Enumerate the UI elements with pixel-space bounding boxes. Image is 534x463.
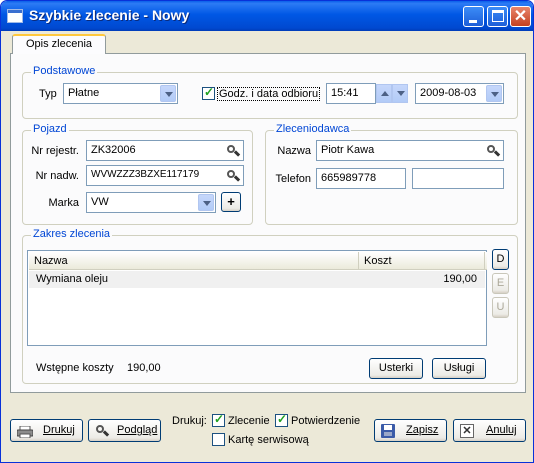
time-spin-down[interactable]	[392, 84, 408, 103]
phone2-input[interactable]	[412, 168, 504, 189]
vin-value: WVWZZZ3BZXE117179	[91, 169, 200, 180]
cancel-button-label: Anuluj	[486, 424, 517, 436]
dialog-window: Szybkie zlecenie - Nowy ✕ Opis zlecenia …	[0, 0, 534, 463]
column-header-name[interactable]: Nazwa	[29, 252, 359, 270]
opt-confirmation-label[interactable]: Potwierdzenie	[291, 415, 360, 427]
opt-order-checkbox[interactable]: ✓	[212, 412, 225, 427]
phone-label: Telefon	[275, 173, 311, 185]
client-name-label: Nazwa	[277, 145, 311, 157]
make-select[interactable]: VW	[86, 192, 216, 213]
opt-service-card-checkbox[interactable]	[212, 433, 225, 446]
client-name-value: Piotr Kawa	[321, 144, 375, 156]
checkmark-icon: ✓	[214, 412, 225, 426]
services-button[interactable]: Usługi	[432, 358, 486, 379]
search-icon[interactable]	[226, 169, 241, 183]
opt-confirmation-checkbox[interactable]: ✓	[275, 412, 288, 427]
maximize-button[interactable]	[487, 6, 508, 27]
add-make-button[interactable]: +	[221, 192, 241, 212]
arrow-down-icon	[397, 91, 405, 96]
preview-button[interactable]: Podgląd	[88, 419, 161, 442]
chevron-down-icon[interactable]	[198, 194, 214, 211]
make-label: Marka	[48, 197, 79, 209]
phone-input[interactable]: 665989778	[316, 168, 406, 189]
preview-button-label: Podgląd	[117, 424, 158, 436]
defects-button[interactable]: Usterki	[369, 358, 423, 379]
arrow-up-icon	[381, 91, 389, 96]
search-icon[interactable]	[226, 144, 241, 158]
tab-opis-zlecenia[interactable]: Opis zlecenia	[12, 34, 106, 54]
group-basic-legend: Podstawowe	[31, 65, 98, 77]
table-row[interactable]: Wymiana oleju 190,00	[29, 271, 485, 288]
reg-value: ZK32006	[91, 144, 136, 156]
pickup-checkbox[interactable]: ✓	[202, 85, 215, 100]
chevron-down-icon[interactable]	[160, 85, 176, 102]
time-input[interactable]: 15:41	[326, 83, 376, 104]
save-button-label: Zapisz	[406, 424, 439, 436]
close-button[interactable]: ✕	[510, 6, 531, 27]
client-name-input[interactable]: Piotr Kawa	[316, 140, 504, 161]
save-icon	[381, 424, 395, 438]
type-select[interactable]: Płatne	[63, 83, 178, 104]
window-app-icon	[7, 9, 23, 23]
vin-label: Nr nadw.	[35, 170, 79, 182]
cancel-icon: ✕	[460, 424, 474, 438]
row-name: Wymiana oleju	[36, 273, 109, 285]
printer-icon	[16, 425, 34, 439]
title-bar[interactable]: Szybkie zlecenie - Nowy ✕	[1, 1, 533, 31]
close-icon: ✕	[513, 8, 528, 25]
opt-service-card-label[interactable]: Kartę serwisową	[228, 434, 309, 446]
pickup-checkbox-label[interactable]: Godz. i data odbioru	[217, 87, 321, 101]
magnifier-icon	[95, 424, 110, 438]
delete-row-button[interactable]: U	[492, 297, 509, 318]
edit-row-button[interactable]: E	[492, 273, 509, 294]
opt-order-label[interactable]: Zlecenie	[228, 415, 270, 427]
initial-cost-label: Wstępne koszty	[36, 362, 114, 374]
add-row-button[interactable]: D	[492, 249, 509, 270]
date-picker[interactable]: 2009-08-03	[415, 83, 504, 104]
group-client-legend: Zleceniodawca	[274, 123, 352, 135]
minimize-icon	[469, 20, 477, 23]
group-scope-legend: Zakres zlecenia	[31, 228, 113, 240]
search-icon[interactable]	[486, 144, 501, 158]
print-options-label: Drukuj:	[172, 415, 207, 427]
save-button[interactable]: Zapisz	[374, 419, 447, 442]
cancel-button[interactable]: ✕ Anuluj	[453, 419, 526, 442]
make-value: VW	[91, 196, 109, 208]
group-vehicle-legend: Pojazd	[31, 123, 69, 135]
print-button[interactable]: Drukuj	[10, 419, 83, 442]
column-header-cost[interactable]: Koszt	[359, 252, 485, 270]
reg-input[interactable]: ZK32006	[86, 140, 244, 161]
vin-input[interactable]: WVWZZZ3BZXE117179	[86, 165, 244, 186]
scope-table[interactable]: Nazwa Koszt Wymiana oleju 190,00	[27, 250, 487, 346]
row-cost: 190,00	[443, 273, 477, 285]
maximize-icon	[492, 10, 504, 22]
chevron-down-icon[interactable]	[486, 85, 502, 102]
table-header: Nazwa Koszt	[29, 252, 487, 270]
initial-cost-value: 190,00	[127, 362, 161, 374]
minimize-button[interactable]	[463, 6, 484, 27]
type-label: Typ	[39, 88, 57, 100]
print-button-label: Drukuj	[43, 424, 75, 436]
checkmark-icon: ✓	[204, 85, 215, 99]
window-title: Szybkie zlecenie - Nowy	[29, 7, 190, 23]
reg-label: Nr rejestr.	[31, 145, 79, 157]
checkmark-icon: ✓	[277, 412, 288, 426]
type-select-value: Płatne	[68, 87, 100, 99]
date-value: 2009-08-03	[420, 87, 477, 99]
time-spin-up[interactable]	[376, 84, 392, 103]
